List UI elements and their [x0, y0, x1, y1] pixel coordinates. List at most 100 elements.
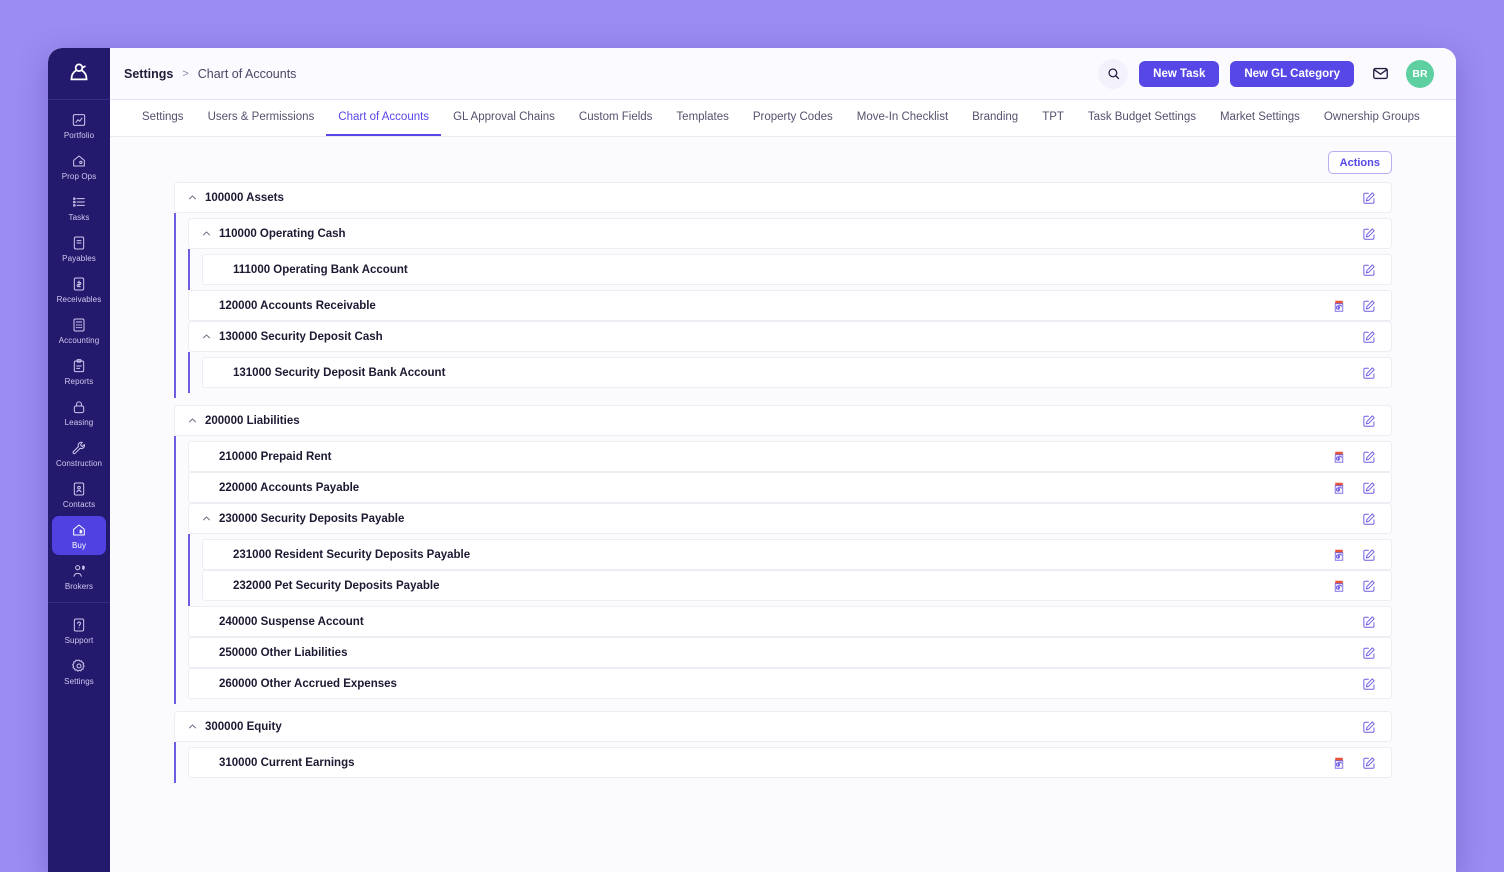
edit-icon[interactable] [1361, 676, 1377, 692]
account-row[interactable]: 240000 Suspense Account [188, 606, 1392, 637]
wrench-icon [71, 440, 87, 456]
tab-tpt[interactable]: TPT [1030, 100, 1076, 136]
locked-account-icon[interactable] [1331, 755, 1347, 771]
chevron-up-icon[interactable] [185, 190, 200, 205]
locked-account-icon[interactable] [1331, 480, 1347, 496]
tab-settings[interactable]: Settings [130, 100, 196, 136]
edit-icon[interactable] [1361, 449, 1377, 465]
account-row[interactable]: 131000 Security Deposit Bank Account [202, 357, 1392, 388]
gear-icon [71, 658, 87, 674]
account-row[interactable]: 250000 Other Liabilities [188, 637, 1392, 668]
account-row[interactable]: 220000 Accounts Payable [188, 472, 1392, 503]
tab-users-permissions[interactable]: Users & Permissions [196, 100, 327, 136]
chevron-up-icon[interactable] [185, 719, 200, 734]
account-row[interactable]: 130000 Security Deposit Cash [188, 321, 1392, 352]
locked-account-icon[interactable] [1331, 449, 1347, 465]
avatar[interactable]: BR [1406, 59, 1434, 88]
sidebar-item-reports[interactable]: Reports [52, 352, 106, 391]
tab-gl-approval-chains[interactable]: GL Approval Chains [441, 100, 567, 136]
chevron-up-icon[interactable] [199, 226, 214, 241]
edit-icon[interactable] [1361, 413, 1377, 429]
edit-icon[interactable] [1361, 719, 1377, 735]
receivables-icon [71, 276, 87, 292]
sidebar-item-construction[interactable]: Construction [52, 434, 106, 473]
sidebar-item-support[interactable]: Support [52, 611, 106, 650]
tab-chart-of-accounts[interactable]: Chart of Accounts [326, 100, 442, 136]
sidebar-item-label: Receivables [56, 295, 102, 304]
account-row[interactable]: 231000 Resident Security Deposits Payabl… [202, 539, 1392, 570]
tab-custom-fields[interactable]: Custom Fields [567, 100, 665, 136]
sidebar-item-accounting[interactable]: Accounting [52, 311, 106, 350]
tab-branding[interactable]: Branding [960, 100, 1030, 136]
edit-icon[interactable] [1361, 578, 1377, 594]
contacts-icon [71, 481, 87, 497]
edit-icon[interactable] [1361, 298, 1377, 314]
sidebar-item-buy[interactable]: Buy [52, 516, 106, 555]
account-row-actions [1361, 719, 1377, 735]
search-icon[interactable] [1098, 58, 1129, 89]
tab-templates[interactable]: Templates [664, 100, 740, 136]
locked-account-icon[interactable] [1331, 578, 1347, 594]
account-row[interactable]: 210000 Prepaid Rent [188, 441, 1392, 472]
account-row[interactable]: 100000 Assets [174, 182, 1392, 213]
account-node: 130000 Security Deposit Cash 131000 Secur… [188, 321, 1392, 393]
edit-icon[interactable] [1361, 547, 1377, 563]
locked-account-icon[interactable] [1331, 547, 1347, 563]
sidebar-item-payables[interactable]: Payables [52, 229, 106, 268]
account-node: 310000 Current Earnings [188, 747, 1392, 778]
account-node: 250000 Other Liabilities [188, 637, 1392, 668]
chevron-up-icon[interactable] [199, 511, 214, 526]
edit-icon[interactable] [1361, 614, 1377, 630]
sidebar-item-prop-ops[interactable]: Prop Ops [52, 147, 106, 186]
account-row[interactable]: 200000 Liabilities [174, 405, 1392, 436]
edit-icon[interactable] [1361, 190, 1377, 206]
edit-icon[interactable] [1361, 755, 1377, 771]
edit-icon[interactable] [1361, 480, 1377, 496]
new-gl-category-button[interactable]: New GL Category [1230, 60, 1354, 87]
sidebar-item-leasing[interactable]: Leasing [52, 393, 106, 432]
account-row[interactable]: 232000 Pet Security Deposits Payable [202, 570, 1392, 601]
account-row-title: 200000 Liabilities [205, 414, 300, 427]
edit-icon[interactable] [1361, 645, 1377, 661]
account-row-actions [1361, 226, 1377, 242]
account-children: 210000 Prepaid Rent 220000 Accounts Payab… [174, 436, 1392, 704]
account-row-title: 300000 Equity [205, 720, 282, 733]
portfolio-icon [71, 112, 87, 128]
tab-ownership-groups[interactable]: Ownership Groups [1312, 100, 1432, 136]
edit-icon[interactable] [1361, 511, 1377, 527]
account-row[interactable]: 110000 Operating Cash [188, 218, 1392, 249]
account-row[interactable]: 260000 Other Accrued Expenses [188, 668, 1392, 699]
locked-account-icon[interactable] [1331, 298, 1347, 314]
account-children: 111000 Operating Bank Account [188, 249, 1392, 290]
edit-icon[interactable] [1361, 262, 1377, 278]
account-row[interactable]: 120000 Accounts Receivable [188, 290, 1392, 321]
account-row-title: 240000 Suspense Account [219, 615, 364, 628]
edit-icon[interactable] [1361, 365, 1377, 381]
new-task-button[interactable]: New Task [1139, 60, 1220, 87]
sidebar-item-settings[interactable]: Settings [52, 652, 106, 691]
breadcrumb-root[interactable]: Settings [124, 67, 173, 81]
tab-task-budget-settings[interactable]: Task Budget Settings [1076, 100, 1208, 136]
sidebar-item-receivables[interactable]: Receivables [52, 270, 106, 309]
edit-icon[interactable] [1361, 329, 1377, 345]
chevron-up-icon[interactable] [185, 413, 200, 428]
company-logo[interactable] [48, 48, 110, 100]
actions-button[interactable]: Actions [1327, 151, 1392, 174]
account-row[interactable]: 310000 Current Earnings [188, 747, 1392, 778]
tab-move-in-checklist[interactable]: Move-In Checklist [845, 100, 960, 136]
account-row[interactable]: 300000 Equity [174, 711, 1392, 742]
chevron-up-icon[interactable] [199, 329, 214, 344]
sidebar-item-contacts[interactable]: Contacts [52, 475, 106, 514]
edit-icon[interactable] [1361, 226, 1377, 242]
sidebar-item-label: Portfolio [63, 131, 95, 140]
account-row[interactable]: 111000 Operating Bank Account [202, 254, 1392, 285]
sidebar-item-tasks[interactable]: Tasks [52, 188, 106, 227]
tab-market-settings[interactable]: Market Settings [1208, 100, 1312, 136]
tab-property-codes[interactable]: Property Codes [741, 100, 845, 136]
mail-icon[interactable] [1365, 59, 1395, 89]
sidebar-item-portfolio[interactable]: Portfolio [52, 106, 106, 145]
sidebar-item-brokers[interactable]: Brokers [52, 557, 106, 596]
account-row[interactable]: 230000 Security Deposits Payable [188, 503, 1392, 534]
account-row-title: 232000 Pet Security Deposits Payable [233, 579, 440, 592]
